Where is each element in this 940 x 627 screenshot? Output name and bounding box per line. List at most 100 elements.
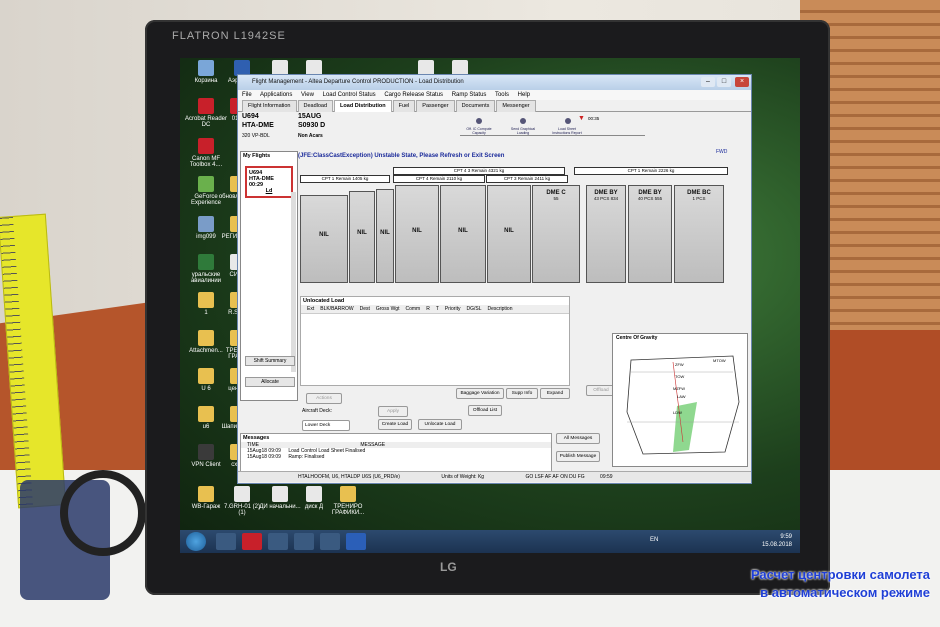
desktop-icon-glyph: [198, 216, 214, 232]
desktop-icon-glyph: [198, 138, 214, 154]
window-titlebar: Flight Management - Altea Departure Cont…: [238, 75, 751, 90]
tab-bar: Flight Information Deadload Load Distribut…: [238, 100, 751, 112]
taskbar-app-icon[interactable]: [320, 533, 340, 550]
actions-dropdown[interactable]: Actions: [306, 393, 342, 404]
flight-card[interactable]: U694 HTA-DME 00:29 Ld: [245, 166, 293, 198]
taskbar-app-icon[interactable]: [268, 533, 288, 550]
unlocated-load-title: Unlocated Load: [303, 298, 345, 304]
column-header: BLK/BARROW: [320, 306, 354, 312]
expand-button[interactable]: Expand: [540, 388, 570, 399]
hold-position[interactable]: DME BY 43 PCS 834: [586, 185, 626, 283]
hold-position[interactable]: NIL: [395, 185, 439, 283]
tab-load-distribution[interactable]: Load Distribution: [334, 100, 392, 112]
hold-position[interactable]: DME BC 1 PCS: [674, 185, 724, 283]
menu-cargo-release-status[interactable]: Cargo Release Status: [384, 92, 443, 98]
hold-position[interactable]: NIL: [349, 191, 375, 283]
cog-label: ZFW: [675, 362, 684, 367]
hold-position[interactable]: NIL: [487, 185, 531, 283]
message-row[interactable]: 15Aug18 09:09 Ramp: Finalised: [241, 454, 551, 460]
close-button[interactable]: ×: [735, 77, 749, 87]
taskbar-clock[interactable]: 9:59 15.08.2018: [762, 533, 792, 549]
desktop-icon-label: 7.GRH-01 (2) (1): [223, 504, 260, 516]
hold-label: NIL: [357, 230, 367, 236]
desktop-icon-label: ТРЕНИРО ГРАФИКИ...: [331, 504, 365, 516]
tab-messenger[interactable]: Messenger: [496, 100, 536, 112]
hold-position[interactable]: DME BY 40 PCS 555: [628, 185, 672, 283]
all-messages-button[interactable]: All Messages: [556, 433, 600, 444]
create-load-button[interactable]: Create Load: [378, 419, 412, 430]
desktop-icon-glyph: [198, 486, 214, 502]
start-button[interactable]: [186, 532, 206, 551]
taskbar-app-icon[interactable]: [216, 533, 236, 550]
hold-position[interactable]: NIL: [376, 189, 394, 283]
monitor-logo: LG: [440, 560, 457, 574]
maximize-button[interactable]: □: [717, 77, 731, 87]
flight-number: U694: [242, 113, 259, 120]
menu-ramp-status[interactable]: Ramp Status: [452, 92, 487, 98]
menu-applications[interactable]: Applications: [260, 92, 292, 98]
taskbar: EN 9:59 15.08.2018: [180, 530, 800, 553]
flight-date: 15AUG: [298, 113, 322, 120]
flight-route: HTA-DME: [242, 122, 274, 129]
desktop-icon-label: Корзина: [194, 78, 218, 84]
desktop-icon-glyph: [272, 486, 288, 502]
supp-info-button[interactable]: Supp Info: [506, 388, 538, 399]
publish-message-button[interactable]: Publish Message: [556, 451, 600, 462]
window-title: Flight Management - Altea Departure Cont…: [252, 79, 464, 85]
deck-select[interactable]: Lower Deck: [302, 420, 350, 431]
desktop-icon[interactable]: ТРЕНИРО ГРАФИКИ...: [326, 486, 370, 516]
desktop-icon-glyph: [198, 60, 214, 76]
menu-bar: File Applications View Load Control Stat…: [238, 90, 751, 100]
cog-label: TOW: [675, 374, 684, 379]
tab-documents[interactable]: Documents: [455, 100, 496, 112]
flights-scrollbar[interactable]: [291, 192, 296, 372]
menu-help[interactable]: Help: [518, 92, 530, 98]
apply-button[interactable]: Apply: [378, 406, 408, 417]
hold-label: NIL: [458, 228, 468, 234]
desktop-icon[interactable]: Canon MF Toolbox 4....: [184, 138, 228, 168]
load-control-status-track: ▼ 00:35 Off. IC Compute Capacity Send Gr…: [460, 115, 645, 136]
compartment-bar: CPT 1 Remain 1405 kg: [300, 175, 390, 183]
menu-load-control-status[interactable]: Load Control Status: [323, 92, 376, 98]
menu-file[interactable]: File: [242, 92, 252, 98]
hold-position[interactable]: NIL: [440, 185, 486, 283]
desktop-icon-glyph: [198, 444, 214, 460]
shift-summary-button[interactable]: Shift Summary: [245, 356, 295, 366]
hold-position[interactable]: DME C 55: [532, 185, 580, 283]
hold-position[interactable]: NIL: [300, 195, 348, 283]
status-marker-icon: ▼: [578, 115, 585, 122]
tab-passenger[interactable]: Passenger: [416, 100, 455, 112]
fwd-label: FWD: [716, 149, 728, 155]
desktop-icon-label: 1: [204, 310, 208, 316]
tab-flight-information[interactable]: Flight Information: [242, 100, 297, 112]
menu-tools[interactable]: Tools: [495, 92, 509, 98]
unlocated-load-panel: Unlocated Load Ext BLK/BARROW Dest Gross…: [300, 296, 570, 386]
status-bar-codes: GO LSF AF AF ON DU FG: [525, 474, 585, 480]
flight-card-status: Ld: [265, 188, 273, 194]
language-indicator[interactable]: EN: [650, 537, 658, 543]
column-header: Gross Wgt: [375, 306, 400, 312]
flight-management-window: Flight Management - Altea Departure Cont…: [237, 74, 752, 484]
cog-label: LDW: [673, 410, 682, 415]
hold-label: NIL: [504, 228, 514, 234]
status-bar-session: HTALHOOFM, U6, HTALDP U6S (U6_PRD/e): [298, 474, 400, 480]
taskbar-app-icon[interactable]: [242, 533, 262, 550]
taskbar-word-icon[interactable]: [346, 533, 366, 550]
menu-view[interactable]: View: [301, 92, 314, 98]
allocate-button[interactable]: Allocate: [245, 377, 295, 387]
caption-line: в автоматическом режиме: [760, 585, 930, 600]
tab-fuel[interactable]: Fuel: [392, 100, 416, 112]
minimize-button[interactable]: –: [701, 77, 715, 87]
baggage-variation-button[interactable]: Baggage Variation: [456, 388, 504, 399]
message-time: 15Aug18 09:09: [247, 454, 281, 460]
desktop-icon-glyph: [340, 486, 356, 502]
clock-time: 9:59: [780, 534, 792, 540]
unlocate-load-button[interactable]: Unlocate Load: [418, 419, 462, 430]
status-bar-units: Units of Weight: Kg: [441, 474, 485, 480]
desktop-icon-label: Canon MF Toolbox 4....: [189, 156, 223, 168]
taskbar-app-icon[interactable]: [294, 533, 314, 550]
tab-deadload[interactable]: Deadload: [297, 100, 334, 112]
offload-list-button[interactable]: Offload List: [468, 405, 502, 416]
desktop-icon-glyph: [306, 486, 322, 502]
hold-label: NIL: [319, 232, 329, 238]
